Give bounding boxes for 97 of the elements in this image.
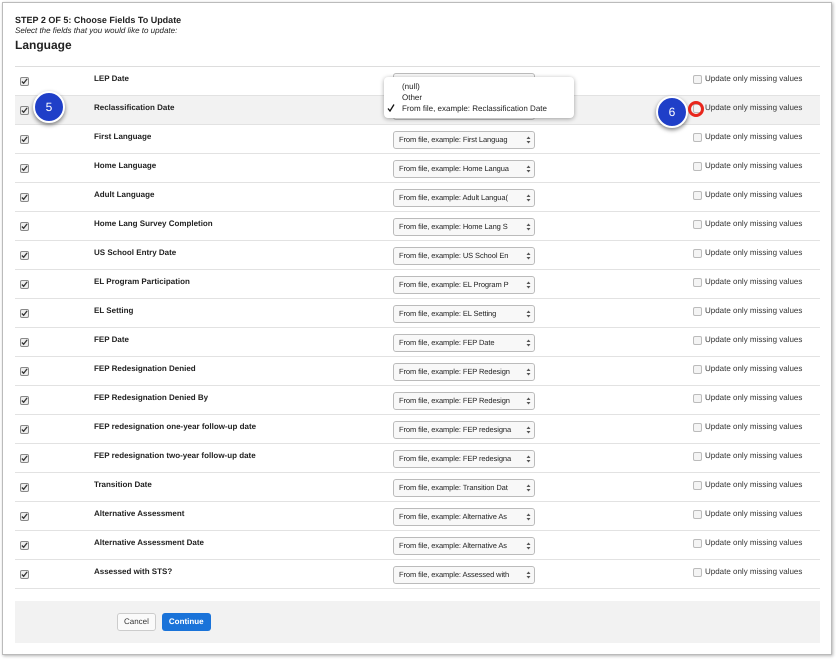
missing-checkbox[interactable]: [693, 278, 702, 286]
cancel-button[interactable]: Cancel: [117, 613, 156, 631]
missing-checkbox[interactable]: [693, 190, 702, 200]
field-label: FEP redesignation two-year follow-up date: [94, 450, 256, 461]
field-checkbox[interactable]: [20, 396, 29, 405]
missing-checkbox[interactable]: [693, 132, 702, 142]
updown-icon: [526, 339, 531, 347]
updown-icon: [526, 513, 531, 521]
missing-checkbox[interactable]: [693, 248, 702, 258]
field-label: Reclassification Date: [94, 102, 174, 113]
field-checkbox[interactable]: [20, 454, 29, 463]
missing-checkbox[interactable]: [693, 538, 702, 548]
field-label: EL Setting: [94, 305, 134, 316]
field-label: Assessed with STS?: [94, 566, 172, 577]
field-checkbox[interactable]: [20, 77, 29, 86]
field-label: Home Lang Survey Completion: [94, 218, 213, 229]
missing-checkbox[interactable]: [693, 452, 702, 460]
field-checkbox[interactable]: [20, 483, 29, 492]
updown-icon: [526, 281, 531, 289]
field-label: Home Language: [94, 160, 156, 171]
field-checkbox[interactable]: [20, 193, 29, 202]
field-checkbox[interactable]: [20, 135, 29, 144]
field-label: FEP redesignation one-year follow-up date: [94, 421, 256, 432]
field-label: First Language: [94, 131, 152, 142]
missing-checkbox[interactable]: [693, 336, 702, 344]
missing-checkbox[interactable]: [693, 74, 702, 84]
field-checkbox[interactable]: [20, 280, 29, 289]
updown-icon: [526, 194, 531, 202]
updown-icon: [526, 368, 531, 376]
dropdown-option[interactable]: Other: [384, 92, 574, 103]
missing-label: Update only missing values: [705, 538, 802, 548]
field-label: EL Program Participation: [94, 276, 190, 287]
missing-checkbox[interactable]: [693, 306, 702, 316]
dropdown-option[interactable]: (null): [384, 81, 574, 92]
missing-label: Update only missing values: [705, 480, 802, 490]
missing-label: Update only missing values: [705, 277, 802, 287]
missing-label: Update only missing values: [705, 190, 802, 200]
missing-checkbox[interactable]: [693, 510, 702, 518]
field-checkbox[interactable]: [20, 251, 29, 260]
missing-label: Update only missing values: [705, 248, 802, 258]
highlight-ring: [688, 101, 704, 117]
field-label: Alternative Assessment: [94, 508, 184, 519]
field-label: Transition Date: [94, 479, 152, 490]
updown-icon: [526, 426, 531, 434]
field-checkbox[interactable]: [20, 570, 29, 579]
field-label: LEP Date: [94, 73, 129, 84]
missing-label: Update only missing values: [705, 509, 802, 519]
missing-checkbox[interactable]: [693, 394, 702, 402]
field-label: FEP Redesignation Denied By: [94, 392, 208, 403]
field-checkbox[interactable]: [20, 367, 29, 376]
updown-icon: [526, 455, 531, 463]
field-checkbox[interactable]: [20, 106, 29, 115]
missing-label: Update only missing values: [705, 567, 802, 577]
field-label: Adult Language: [94, 189, 154, 200]
missing-label: Update only missing values: [705, 103, 802, 113]
updown-icon: [526, 252, 531, 260]
section-title: Language: [15, 37, 73, 53]
field-checkbox[interactable]: [20, 164, 29, 173]
updown-icon: [526, 571, 531, 579]
missing-label: Update only missing values: [705, 393, 802, 403]
instruction-text: Select the fields that you would like to update:: [15, 26, 178, 36]
missing-label: Update only missing values: [705, 422, 802, 432]
updown-icon: [526, 542, 531, 550]
field-checkbox[interactable]: [20, 425, 29, 434]
missing-checkbox[interactable]: [693, 364, 702, 374]
missing-label: Update only missing values: [705, 364, 802, 374]
missing-label: Update only missing values: [705, 335, 802, 345]
missing-checkbox[interactable]: [693, 422, 702, 432]
continue-button[interactable]: Continue: [162, 613, 211, 631]
missing-label: Update only missing values: [705, 161, 802, 171]
updown-icon: [526, 484, 531, 492]
field-label: Alternative Assessment Date: [94, 537, 204, 548]
missing-checkbox[interactable]: [693, 480, 702, 490]
field-checkbox[interactable]: [20, 541, 29, 550]
field-label: US School Entry Date: [94, 247, 176, 258]
updown-icon: [526, 223, 531, 231]
dropdown-option[interactable]: From file, example: Reclassification Date: [384, 103, 574, 114]
missing-checkbox[interactable]: [693, 162, 702, 170]
missing-checkbox[interactable]: [693, 568, 702, 576]
field-checkbox[interactable]: [20, 512, 29, 521]
field-checkbox[interactable]: [20, 309, 29, 318]
step-title: STEP 2 OF 5: Choose Fields To Update: [15, 14, 182, 26]
missing-label: Update only missing values: [705, 451, 802, 461]
missing-label: Update only missing values: [705, 219, 802, 229]
field-checkbox[interactable]: [20, 222, 29, 231]
updown-icon: [526, 165, 531, 173]
missing-label: Update only missing values: [705, 132, 802, 142]
missing-label: Update only missing values: [705, 74, 802, 84]
updown-icon: [526, 397, 531, 405]
updown-icon: [526, 310, 531, 318]
field-label: FEP Redesignation Denied: [94, 363, 196, 374]
missing-checkbox[interactable]: [693, 220, 702, 228]
missing-label: Update only missing values: [705, 306, 802, 316]
field-checkbox[interactable]: [20, 338, 29, 347]
checkmark-icon: [387, 104, 395, 112]
updown-icon: [526, 136, 531, 144]
field-label: FEP Date: [94, 334, 129, 345]
